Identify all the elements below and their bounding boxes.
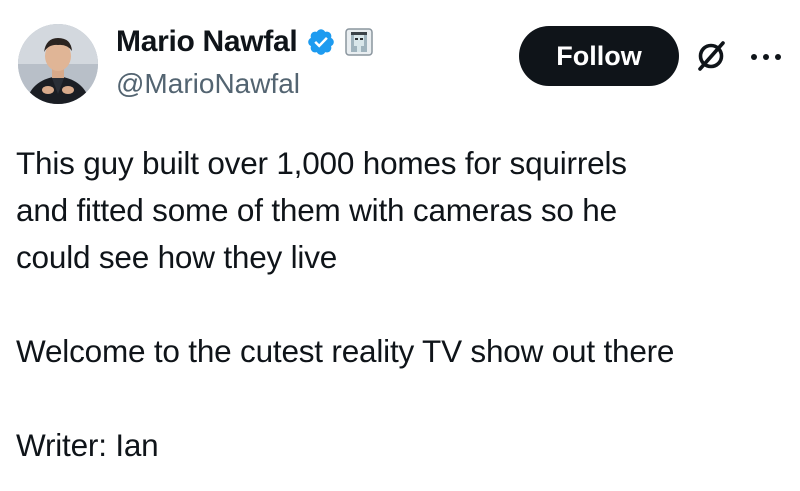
user-handle[interactable]: @MarioNawfal bbox=[116, 66, 373, 102]
affiliate-badge-icon[interactable] bbox=[345, 28, 374, 56]
tweet-header: Mario Nawfal @MarioNawfal Follow bbox=[0, 0, 800, 120]
avatar-photo bbox=[18, 24, 98, 104]
name-row: Mario Nawfal bbox=[116, 22, 374, 62]
tweet-paragraph: Welcome to the cutest reality TV show ou… bbox=[16, 333, 675, 369]
more-icon[interactable] bbox=[748, 50, 784, 62]
display-name[interactable]: Mario Nawfal bbox=[116, 22, 298, 62]
tweet-paragraph: This guy built over 1,000 homes for squi… bbox=[16, 145, 627, 275]
tweet-card: Mario Nawfal @MarioNawfal Follow This gu… bbox=[0, 0, 800, 491]
grok-icon[interactable] bbox=[693, 38, 729, 74]
follow-button[interactable]: Follow bbox=[519, 26, 679, 86]
avatar[interactable] bbox=[18, 24, 98, 104]
tweet-text: This guy built over 1,000 homes for squi… bbox=[16, 140, 791, 469]
user-block: Mario Nawfal @MarioNawfal bbox=[116, 22, 374, 102]
tweet-paragraph: Writer: Ian bbox=[16, 427, 159, 463]
verified-badge-icon[interactable] bbox=[306, 27, 336, 57]
